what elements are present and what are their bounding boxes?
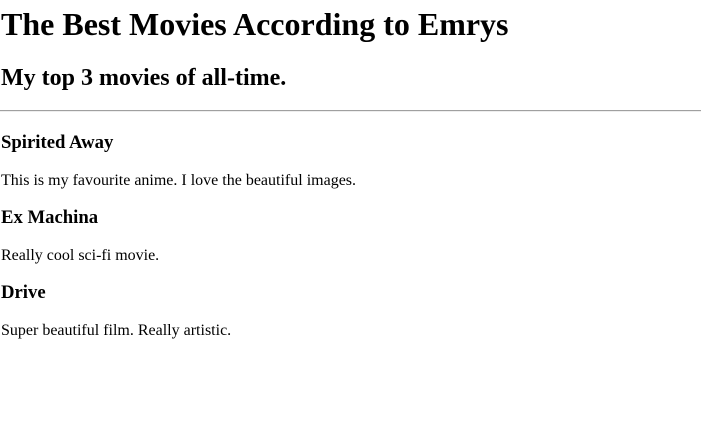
movie-description: Really cool sci-fi movie. bbox=[1, 247, 160, 264]
movie-title: Spirited Away bbox=[1, 132, 114, 153]
divider bbox=[0, 110, 701, 112]
movie-title: Drive bbox=[1, 282, 46, 303]
movie-item-spirited-away: Spirited Away This is my favourite anime… bbox=[1, 132, 691, 191]
movie-description: Super beautiful film. Really artistic. bbox=[1, 322, 232, 339]
movie-item-ex-machina: Ex Machina Really cool sci-fi movie. bbox=[1, 207, 691, 266]
page-title: The Best Movies According to Emrys bbox=[1, 6, 509, 42]
movie-list: Spirited Away This is my favourite anime… bbox=[1, 132, 691, 341]
movie-description: This is my favourite anime. I love the b… bbox=[1, 172, 357, 189]
page-subtitle: My top 3 movies of all-time. bbox=[1, 65, 287, 91]
page: The Best Movies According to Emrys My to… bbox=[0, 0, 701, 428]
movie-title: Ex Machina bbox=[1, 207, 99, 228]
movie-item-drive: Drive Super beautiful film. Really artis… bbox=[1, 282, 691, 341]
